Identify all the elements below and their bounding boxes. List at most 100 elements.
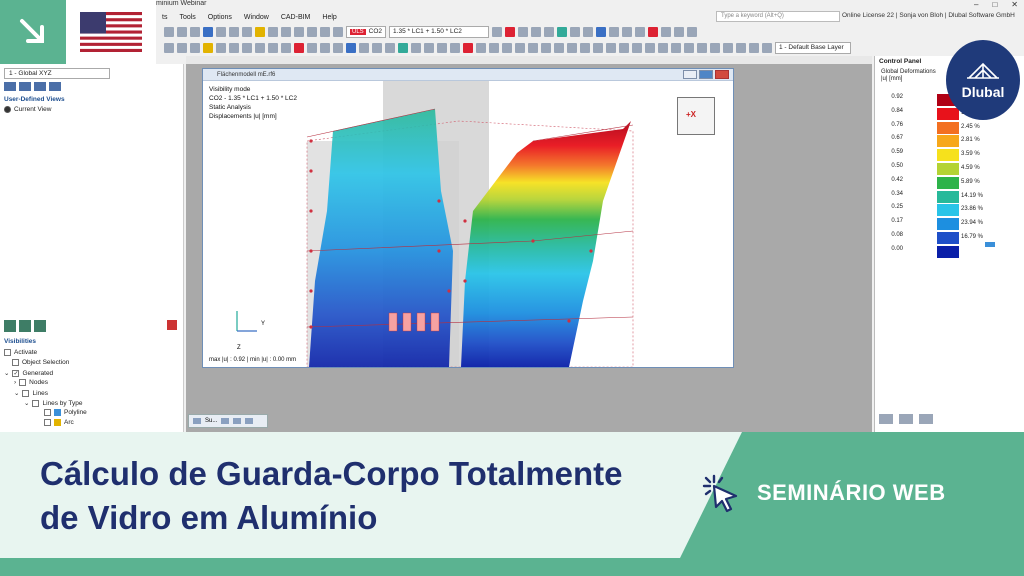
toolbar-icon[interactable]	[544, 27, 555, 37]
checkbox[interactable]	[32, 399, 40, 407]
toolbar-icon[interactable]	[502, 43, 512, 53]
arc-item[interactable]: Arc	[44, 419, 74, 426]
checkbox[interactable]	[44, 409, 51, 416]
toolbar-icon[interactable]	[583, 27, 594, 37]
panel-tab-icon[interactable]	[879, 414, 893, 424]
toolbar-icon[interactable]	[242, 43, 252, 53]
toolbar-icon[interactable]	[492, 27, 503, 37]
toolbar-icon[interactable]	[674, 27, 685, 37]
toolbar-icon[interactable]	[281, 43, 291, 53]
view-icon[interactable]	[34, 82, 46, 91]
toolbar-icon[interactable]	[489, 43, 499, 53]
chevron-down-icon[interactable]: ⌄	[14, 389, 19, 397]
toolbar-icon[interactable]	[554, 43, 564, 53]
toolbar-icon[interactable]	[411, 43, 421, 53]
toolbar-icon[interactable]	[635, 27, 646, 37]
toolbar-icon[interactable]	[333, 43, 343, 53]
lines-item[interactable]: ⌄ Lines	[14, 389, 48, 397]
menu-item[interactable]: ts	[162, 14, 167, 21]
toolbar-icon[interactable]	[424, 43, 434, 53]
minimize-icon[interactable]: –	[974, 0, 978, 9]
toolbar-icon[interactable]	[518, 27, 529, 37]
view-icon[interactable]	[4, 82, 16, 91]
menu-options[interactable]: Options	[208, 14, 232, 21]
toolbar-icon[interactable]	[385, 43, 395, 53]
toolbar-icon[interactable]	[333, 27, 343, 37]
menu-tools[interactable]: Tools	[179, 14, 195, 21]
toolbar-icon[interactable]	[255, 27, 265, 37]
toolbar-icon[interactable]	[622, 27, 633, 37]
tab-icon[interactable]	[245, 418, 254, 424]
toolbar-icon[interactable]	[531, 27, 542, 37]
activate-item[interactable]: Activate	[4, 349, 37, 356]
window-controls[interactable]: – □ ✕	[974, 0, 1018, 9]
nodes-item[interactable]: › Nodes	[14, 379, 48, 386]
toolbar-icon[interactable]	[505, 27, 516, 37]
menu-window[interactable]: Window	[244, 14, 269, 21]
toolbar-icon[interactable]	[268, 27, 278, 37]
visibility-icon[interactable]	[4, 320, 16, 332]
view-icon[interactable]	[49, 82, 61, 91]
view-select[interactable]: 1 - Global XYZ	[4, 68, 110, 79]
object-selection-item[interactable]: Object Selection	[12, 359, 69, 366]
toolbar-icon[interactable]	[203, 27, 213, 37]
close-icon[interactable]: ✕	[1011, 0, 1018, 9]
view-cube[interactable]: +X	[677, 97, 715, 135]
menu-cad-bim[interactable]: CAD-BIM	[281, 14, 311, 21]
generated-item[interactable]: ⌄ Generated	[4, 369, 53, 377]
toolbar-icon[interactable]	[216, 27, 226, 37]
toolbar-icon[interactable]	[567, 43, 577, 53]
toolbar-icon[interactable]	[190, 43, 200, 53]
toolbar-icon[interactable]	[177, 43, 187, 53]
workspace-tab[interactable]: Su...	[188, 414, 268, 428]
toolbar-icon[interactable]	[450, 43, 460, 53]
chevron-right-icon[interactable]: ›	[14, 379, 16, 386]
checkbox[interactable]	[44, 419, 51, 426]
toolbar-icon[interactable]	[229, 43, 239, 53]
toolbar-icon[interactable]	[648, 27, 659, 37]
panel-tab-icon[interactable]	[899, 414, 913, 424]
toolbar-icon[interactable]	[398, 43, 408, 53]
deformation-model-view[interactable]	[203, 81, 733, 367]
toolbar-icon[interactable]	[632, 43, 642, 53]
chevron-down-icon[interactable]: ⌄	[24, 399, 29, 407]
toolbar-icon[interactable]	[661, 27, 672, 37]
close-icon[interactable]	[715, 70, 729, 79]
toolbar-icon[interactable]	[320, 27, 330, 37]
toolbar-icon[interactable]	[593, 43, 603, 53]
view-icon[interactable]	[19, 82, 31, 91]
toolbar-icon[interactable]	[281, 27, 291, 37]
toolbar-icon[interactable]	[307, 43, 317, 53]
toolbar-icon[interactable]	[307, 27, 317, 37]
legend-slider[interactable]	[985, 242, 995, 247]
toolbar-icon[interactable]	[671, 43, 681, 53]
toolbar-icon[interactable]	[320, 43, 330, 53]
toolbar-icon[interactable]	[697, 43, 707, 53]
toolbar-icon[interactable]	[606, 43, 616, 53]
toolbar-icon[interactable]	[346, 43, 356, 53]
toolbar-icon[interactable]	[619, 43, 629, 53]
toolbar-icon[interactable]	[528, 43, 538, 53]
checkbox[interactable]	[19, 379, 27, 386]
lines-by-type-item[interactable]: ⌄ Lines by Type	[24, 399, 82, 407]
toolbar-icon[interactable]	[164, 27, 174, 37]
model-window-title[interactable]: Flächenmodell mE.rf6	[203, 69, 733, 81]
toolbar-icon[interactable]	[164, 43, 174, 53]
toolbar-icon[interactable]	[463, 43, 473, 53]
tab-icon[interactable]	[221, 418, 230, 424]
toolbar-icon[interactable]	[596, 27, 607, 37]
toolbar-icon[interactable]	[294, 27, 304, 37]
toolbar-icon[interactable]	[580, 43, 590, 53]
toolbar-icon[interactable]	[476, 43, 486, 53]
toolbar-icon[interactable]	[515, 43, 525, 53]
toolbar-icon[interactable]	[736, 43, 746, 53]
maximize-icon[interactable]: □	[992, 0, 997, 9]
checkbox[interactable]	[22, 389, 30, 397]
menu-help[interactable]: Help	[322, 14, 336, 21]
combination-select[interactable]: 1.35 * LC1 + 1.50 * LC2	[389, 26, 490, 38]
checkbox[interactable]	[4, 349, 11, 356]
toolbar-icon[interactable]	[294, 43, 304, 53]
polyline-item[interactable]: Polyline	[44, 409, 87, 416]
tab-icon[interactable]	[233, 418, 242, 424]
toolbar-icon[interactable]	[684, 43, 694, 53]
